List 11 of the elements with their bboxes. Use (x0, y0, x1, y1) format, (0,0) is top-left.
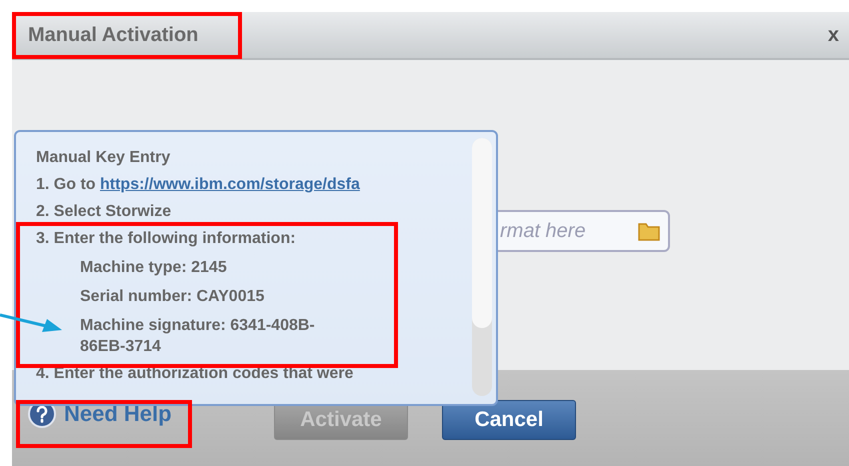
popup-heading: Manual Key Entry (36, 148, 172, 168)
step-line: 1. Go to (36, 176, 97, 193)
close-button[interactable]: x (828, 24, 839, 46)
step-line: 3. Enter the following information: (36, 229, 297, 249)
detail-line: Machine type: 2145 (79, 258, 228, 278)
detail-line: Machine signature: 6341-408B-86EB-3714 (79, 316, 316, 357)
detail-line: Serial number: CAY0015 (79, 287, 266, 307)
dsfa-link[interactable]: https://www.ibm.com/storage/dsfa (100, 176, 360, 193)
step-line: 2. Select Storwize (36, 202, 172, 222)
cancel-button[interactable]: Cancel (442, 400, 576, 440)
window-title: Manual Activation (28, 24, 198, 46)
